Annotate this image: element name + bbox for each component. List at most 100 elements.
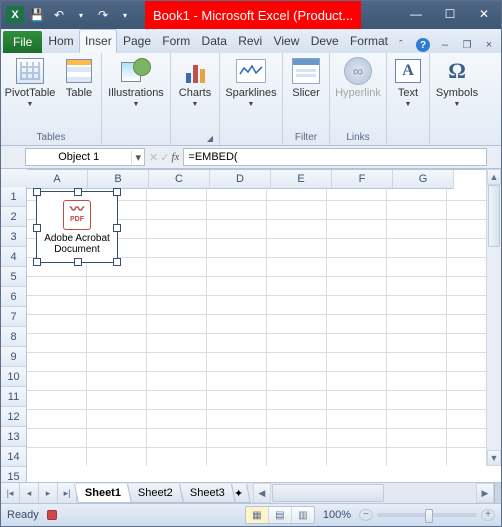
row-head[interactable]: 15: [1, 467, 27, 482]
dialog-launcher-icon[interactable]: ◢: [205, 134, 215, 144]
minimize-button[interactable]: —: [399, 3, 433, 25]
resize-handle[interactable]: [113, 188, 121, 196]
formula-input-wrap[interactable]: [183, 148, 487, 166]
zoom-out-button[interactable]: −: [359, 509, 373, 521]
select-all-corner[interactable]: [1, 169, 28, 188]
slicer-button[interactable]: Slicer: [287, 55, 325, 99]
sheet-tab[interactable]: Sheet2: [127, 484, 184, 503]
zoom-in-button[interactable]: +: [481, 509, 495, 521]
zoom-thumb[interactable]: [425, 509, 433, 523]
row-head[interactable]: 1: [1, 187, 27, 207]
tab-view[interactable]: View: [268, 29, 305, 53]
formula-input[interactable]: [184, 151, 486, 163]
text-button[interactable]: A Text ▼: [391, 55, 425, 108]
mdi-close-icon[interactable]: ×: [481, 37, 497, 53]
scroll-down-icon[interactable]: ▼: [487, 450, 501, 466]
name-box-input[interactable]: [26, 151, 131, 163]
pivottable-button[interactable]: PivotTable ▼: [5, 55, 55, 108]
cells[interactable]: 〰 PDF Adobe Acrobat Document: [27, 187, 487, 466]
ribbon-minimize-icon[interactable]: ˆ: [393, 37, 409, 53]
horizontal-scrollbar[interactable]: ◀ ▶: [253, 483, 501, 503]
hyperlink-button[interactable]: ∞ Hyperlink: [334, 55, 382, 99]
tab-insert[interactable]: Inser: [79, 29, 117, 53]
resize-handle[interactable]: [113, 224, 121, 232]
new-sheet-button[interactable]: ✦: [231, 484, 251, 503]
sheet-nav-first-icon[interactable]: |◂: [1, 483, 20, 503]
status-text: Ready: [7, 509, 39, 521]
zoom-slider: − +: [359, 509, 495, 521]
name-box[interactable]: ▾: [25, 148, 145, 166]
row-head[interactable]: 11: [1, 387, 27, 407]
file-tab[interactable]: File: [3, 31, 42, 53]
spreadsheet-grid[interactable]: A B C D E F G 1 2 3 4 5 6 7 8 9 10 11 12…: [1, 169, 501, 482]
table-button[interactable]: Table: [61, 55, 97, 99]
row-head[interactable]: 3: [1, 227, 27, 247]
resize-handle[interactable]: [113, 258, 121, 266]
row-head[interactable]: 13: [1, 427, 27, 447]
tab-formulas[interactable]: Form: [156, 29, 195, 53]
row-head[interactable]: 9: [1, 347, 27, 367]
ribbon-tabs: File Hom Inser Page Form Data Revi View …: [1, 29, 501, 53]
save-icon[interactable]: 💾: [27, 5, 47, 25]
view-normal-icon[interactable]: ▦: [246, 507, 269, 523]
sheet-tab[interactable]: Sheet3: [179, 484, 236, 503]
tab-home[interactable]: Hom: [42, 29, 79, 53]
ribbon-group-illustrations: Illustrations ▼: [102, 53, 171, 145]
tab-data[interactable]: Data: [196, 29, 233, 53]
undo-icon[interactable]: ↶: [49, 5, 69, 25]
view-page-layout-icon[interactable]: ▤: [269, 507, 292, 523]
resize-handle[interactable]: [33, 224, 41, 232]
charts-button[interactable]: Charts ▼: [175, 55, 215, 108]
row-headers: 1 2 3 4 5 6 7 8 9 10 11 12 13 14 15: [1, 187, 27, 466]
sheet-nav-prev-icon[interactable]: ◂: [20, 483, 39, 503]
zoom-track[interactable]: [377, 513, 477, 517]
tab-page-layout[interactable]: Page: [117, 29, 156, 53]
row-head[interactable]: 12: [1, 407, 27, 427]
resize-handle[interactable]: [33, 258, 41, 266]
scroll-up-icon[interactable]: ▲: [487, 169, 501, 185]
sheet-nav-next-icon[interactable]: ▸: [39, 483, 58, 503]
enter-icon[interactable]: ✓: [160, 151, 169, 164]
embedded-object[interactable]: 〰 PDF Adobe Acrobat Document: [36, 191, 118, 263]
resize-handle[interactable]: [33, 188, 41, 196]
symbols-button[interactable]: Ω Symbols ▼: [434, 55, 480, 108]
redo-icon[interactable]: ↷: [93, 5, 113, 25]
row-head[interactable]: 7: [1, 307, 27, 327]
row-head[interactable]: 2: [1, 207, 27, 227]
vertical-scrollbar[interactable]: ▲ ▼: [486, 169, 501, 466]
row-head[interactable]: 8: [1, 327, 27, 347]
resize-handle[interactable]: [74, 188, 82, 196]
close-button[interactable]: ✕: [467, 3, 501, 25]
tab-format[interactable]: Format: [344, 29, 393, 53]
hscroll-splitter[interactable]: [494, 483, 501, 503]
chevron-down-icon: ▼: [192, 101, 199, 108]
row-head[interactable]: 14: [1, 447, 27, 467]
cancel-icon[interactable]: ✕: [149, 151, 158, 164]
qat-dd-icon[interactable]: ▾: [71, 5, 91, 25]
fx-icon[interactable]: fx: [171, 151, 179, 163]
mdi-minimize-icon[interactable]: –: [437, 37, 453, 53]
tab-review[interactable]: Revi: [232, 29, 267, 53]
scroll-thumb[interactable]: [272, 484, 384, 502]
row-head[interactable]: 6: [1, 287, 27, 307]
window-title: Book1 - Microsoft Excel (Product...: [145, 1, 361, 29]
qat-customize-icon[interactable]: ▾: [115, 5, 135, 25]
scroll-right-icon[interactable]: ▶: [476, 483, 494, 503]
row-head[interactable]: 4: [1, 247, 27, 267]
macro-record-icon[interactable]: [47, 510, 57, 520]
illustrations-button[interactable]: Illustrations ▼: [106, 55, 166, 108]
name-box-dropdown-icon[interactable]: ▾: [131, 151, 144, 164]
resize-handle[interactable]: [74, 258, 82, 266]
tab-developer[interactable]: Deve: [305, 29, 344, 53]
maximize-button[interactable]: ☐: [433, 3, 467, 25]
sheet-tab[interactable]: Sheet1: [74, 484, 132, 503]
view-page-break-icon[interactable]: ▥: [292, 507, 314, 523]
mdi-restore-icon[interactable]: ❐: [459, 37, 475, 53]
row-head[interactable]: 5: [1, 267, 27, 287]
sparklines-button[interactable]: Sparklines ▼: [224, 55, 278, 108]
scroll-left-icon[interactable]: ◀: [253, 483, 271, 503]
scroll-thumb[interactable]: [488, 185, 500, 247]
row-head[interactable]: 10: [1, 367, 27, 387]
ribbon-group-text: A Text ▼: [387, 53, 430, 145]
help-icon[interactable]: ?: [415, 37, 431, 53]
